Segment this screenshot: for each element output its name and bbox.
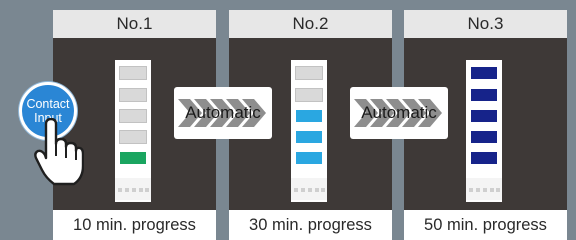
tower-segment-lit [470,130,498,144]
tower-segment [295,66,323,80]
tower-segment-lit [470,151,498,165]
pointing-hand-icon [34,118,84,186]
panel-title: No.1 [53,10,216,38]
automatic-connector: Automatic [350,87,448,139]
automatic-label: Automatic [185,103,261,122]
tower-segment-lit [470,109,498,123]
tower-segment [295,88,323,102]
tower-segment-lit [470,66,498,80]
signal-tower [115,60,151,202]
tower-segment-lit [295,130,323,144]
automatic-connector: Automatic [174,87,272,139]
signal-tower [291,60,327,202]
panel-caption: 10 min. progress [53,210,216,240]
tower-segment [119,88,147,102]
tower-segment [119,130,147,144]
tower-segment-lit [470,88,498,102]
tower-segment-lit [295,151,323,165]
tower-base [466,178,502,200]
tower-base [115,178,151,200]
contact-label-line1: Contact [26,97,70,111]
panel-title: No.3 [404,10,567,38]
panel-title: No.2 [229,10,392,38]
signal-tower [466,60,502,202]
tower-segment-lit [119,151,147,165]
panel-caption: 30 min. progress [229,210,392,240]
tower-segment [119,109,147,123]
tower-segment [119,66,147,80]
panel-caption: 50 min. progress [404,210,567,240]
tower-segment-lit [295,109,323,123]
tower-base [291,178,327,200]
automatic-label: Automatic [361,103,437,122]
